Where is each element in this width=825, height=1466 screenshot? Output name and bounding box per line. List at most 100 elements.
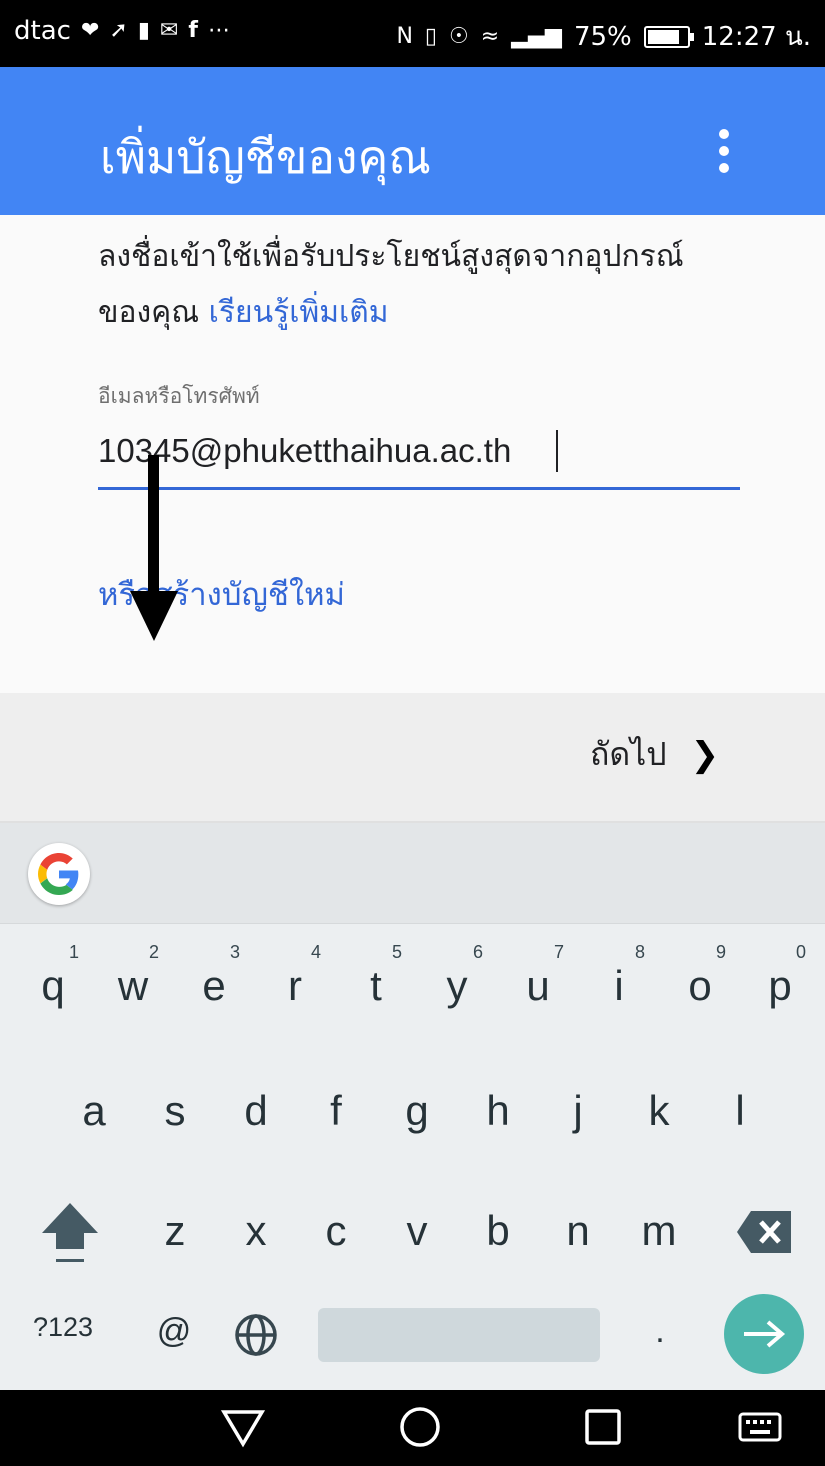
key-j[interactable]: j: [538, 1065, 618, 1155]
next-button[interactable]: ถัดไป ❯: [590, 729, 719, 780]
overflow-dot: [719, 163, 729, 173]
arrow-right-icon: [744, 1320, 786, 1348]
email-field-label: อีเมลหรือโทรศัพท์: [98, 384, 260, 408]
key-r[interactable]: 4r: [255, 940, 335, 1030]
keyboard-row-3: z x c v b n m: [0, 1185, 825, 1275]
key-label: i: [614, 962, 624, 1009]
recents-button[interactable]: [578, 1402, 628, 1452]
key-label: j: [573, 1087, 583, 1134]
status-left: dtac ❤ ➚ ▮ ✉ f ⋯: [14, 16, 230, 46]
symbols-key[interactable]: ?123: [18, 1308, 108, 1398]
navigation-bar: [0, 1390, 825, 1466]
language-key[interactable]: [216, 1308, 296, 1398]
key-at[interactable]: @: [134, 1308, 214, 1398]
nfc-icon: N: [396, 23, 413, 49]
back-button[interactable]: [218, 1402, 268, 1452]
key-n[interactable]: n: [538, 1185, 618, 1275]
description: ลงชื่อเข้าใช้เพื่อรับประโยชน์สูงสุดจากอุ…: [98, 229, 718, 341]
key-v[interactable]: v: [377, 1185, 457, 1275]
key-h[interactable]: h: [458, 1065, 538, 1155]
key-number: 4: [310, 942, 321, 962]
overflow-dot: [719, 129, 729, 139]
key-label: r: [288, 962, 302, 1009]
overflow-menu-button[interactable]: [712, 127, 736, 175]
key-label: .: [655, 1312, 665, 1350]
home-button[interactable]: [395, 1402, 445, 1452]
pin-icon: ➚: [109, 18, 128, 43]
heart-icon: ❤: [80, 18, 100, 43]
key-i[interactable]: 8i: [579, 940, 659, 1030]
keyboard-switch-button[interactable]: [735, 1402, 785, 1452]
keyboard-row-1: 1q 2w 3e 4r 5t 6y 7u 8i 9o 0p: [0, 940, 825, 1030]
app-bar: เพิ่มบัญชีของคุณ: [0, 67, 825, 215]
backspace-key[interactable]: [725, 1185, 805, 1275]
learn-more-link[interactable]: เรียนรู้เพิ่มเติม: [209, 295, 389, 330]
key-w[interactable]: 2w: [93, 940, 173, 1030]
key-label: q: [41, 962, 65, 1009]
key-number: 1: [68, 942, 79, 962]
wifi-icon: ≈: [480, 23, 500, 49]
key-label: g: [405, 1087, 429, 1134]
key-number: 6: [472, 942, 483, 962]
carrier-label: dtac: [14, 16, 71, 46]
key-e[interactable]: 3e: [174, 940, 254, 1030]
key-s[interactable]: s: [135, 1065, 215, 1155]
key-y[interactable]: 6y: [417, 940, 497, 1030]
key-l[interactable]: l: [700, 1065, 780, 1155]
phone-alert-icon: ▮: [137, 18, 150, 43]
google-search-button[interactable]: [28, 843, 90, 905]
key-z[interactable]: z: [135, 1185, 215, 1275]
space-bar[interactable]: [318, 1308, 600, 1362]
key-d[interactable]: d: [216, 1065, 296, 1155]
key-u[interactable]: 7u: [498, 940, 578, 1030]
key-label: d: [244, 1087, 268, 1134]
back-icon: [220, 1410, 266, 1448]
key-label: l: [735, 1087, 745, 1134]
clock: 12:27 น.: [701, 22, 811, 52]
key-f[interactable]: f: [296, 1065, 376, 1155]
key-m[interactable]: m: [619, 1185, 699, 1275]
key-label: n: [566, 1207, 590, 1254]
battery-fill: [647, 29, 680, 44]
key-label: u: [526, 962, 550, 1009]
email-field[interactable]: [98, 427, 738, 475]
key-label: p: [768, 962, 792, 1009]
key-number: 7: [553, 942, 564, 962]
key-label: @: [156, 1312, 192, 1350]
key-k[interactable]: k: [619, 1065, 699, 1155]
key-label: e: [202, 962, 226, 1009]
backspace-icon: [737, 1211, 791, 1253]
status-right: N ▯ ☉ ≈ ▂▄▆ 75% 12:27 น.: [396, 16, 811, 57]
eye-icon: ☉: [449, 23, 469, 49]
keyboard-toolbar: [0, 823, 825, 924]
key-label: o: [688, 962, 712, 1009]
key-x[interactable]: x: [216, 1185, 296, 1275]
overflow-dot: [719, 146, 729, 156]
gmail-icon: ✉: [159, 18, 179, 43]
signal-icon: ▂▄▆: [511, 23, 562, 49]
key-label: m: [641, 1207, 677, 1254]
keyboard-row-4: ?123 @ .: [0, 1294, 825, 1398]
email-field-underline: [98, 487, 740, 490]
battery-icon: [643, 25, 694, 48]
key-g[interactable]: g: [377, 1065, 457, 1155]
shift-key[interactable]: [30, 1185, 110, 1275]
annotation-arrow-head: [130, 591, 178, 641]
next-bar: ถัดไป ❯: [0, 693, 825, 823]
key-label: c: [325, 1207, 347, 1254]
key-number: 9: [715, 942, 726, 962]
key-q[interactable]: 1q: [13, 940, 93, 1030]
recents-icon: [585, 1409, 621, 1445]
key-b[interactable]: b: [458, 1185, 538, 1275]
key-t[interactable]: 5t: [336, 940, 416, 1030]
key-label: s: [164, 1087, 186, 1134]
key-o[interactable]: 9o: [660, 940, 740, 1030]
key-label: w: [117, 962, 149, 1009]
enter-button[interactable]: [724, 1294, 804, 1374]
key-a[interactable]: a: [54, 1065, 134, 1155]
key-period[interactable]: .: [620, 1308, 700, 1398]
key-p[interactable]: 0p: [740, 940, 820, 1030]
key-label: y: [446, 962, 468, 1009]
key-c[interactable]: c: [296, 1185, 376, 1275]
key-label: t: [370, 962, 382, 1009]
